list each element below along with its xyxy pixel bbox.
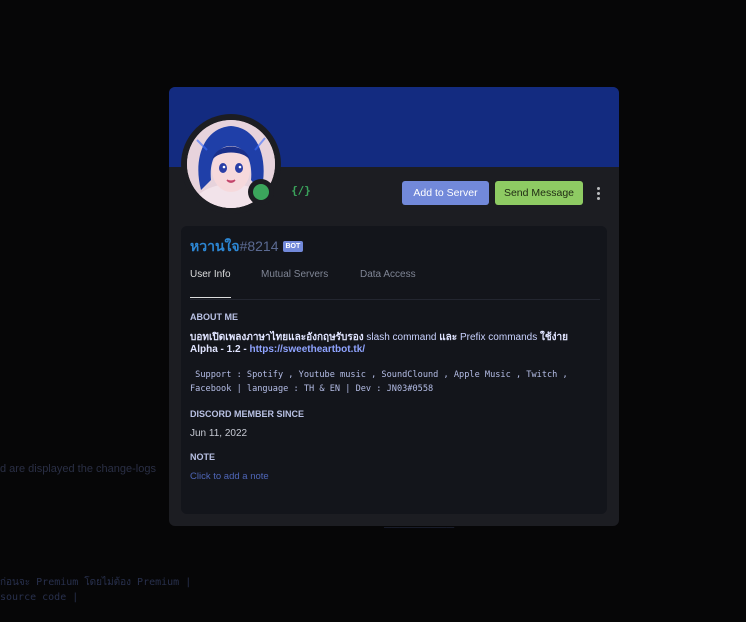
note-heading: NOTE <box>190 452 216 462</box>
about-me-heading: ABOUT ME <box>190 312 238 322</box>
about-text: slash command <box>366 332 437 343</box>
about-me-line: Alpha - 1.2 - https://sweetheartbot.tk/ <box>190 344 365 355</box>
member-since-heading: DISCORD MEMBER SINCE <box>190 409 305 419</box>
send-message-button[interactable]: Send Message <box>495 181 583 205</box>
version-text: 1.2 - <box>226 344 250 355</box>
member-since-date: Jun 11, 2022 <box>190 428 248 439</box>
profile-info-card: หวานใจ#8214 BOT User Info Mutual Servers … <box>181 226 607 514</box>
active-tab-indicator <box>190 297 231 298</box>
bot-tag: BOT <box>282 241 304 252</box>
website-link[interactable]: https://sweetheartbot.tk/ <box>249 344 365 355</box>
profile-tabs: User Info Mutual Servers Data Access <box>190 269 600 299</box>
tab-mutual-servers[interactable]: Mutual Servers <box>261 269 328 280</box>
background-text: d are displayed the change-logs <box>0 463 156 475</box>
note-input[interactable]: Click to add a note <box>190 471 269 482</box>
username: หวานใจ#8214 BOT <box>190 236 304 258</box>
tab-data-access[interactable]: Data Access <box>360 269 416 280</box>
slash-commands-icon[interactable]: {/} <box>289 179 313 201</box>
about-text: บอทเปิดเพลงภาษาไทยและอังกฤษรับรอง <box>190 332 367 343</box>
about-text: ใช้ง่าย <box>537 332 569 343</box>
discriminator: #8214 <box>239 238 279 254</box>
about-text: Alpha - <box>190 344 227 355</box>
about-text: Prefix commands <box>459 332 538 343</box>
about-code-line: Facebook | language : TH & EN | Dev : JN… <box>190 384 434 394</box>
about-me-line: บอทเปิดเพลงภาษาไทยและอังกฤษรับรอง slash … <box>190 330 568 345</box>
username-label: หวานใจ <box>190 238 240 254</box>
background-code-line: ก่อนจะ Premium โดยไม่ต้อง Premium | <box>0 577 192 588</box>
tabs-divider <box>190 299 600 300</box>
online-status-icon <box>248 179 274 205</box>
about-text: และ <box>436 332 460 343</box>
add-to-server-button[interactable]: Add to Server <box>402 181 489 205</box>
user-profile-modal: {/} Add to Server Send Message หวานใจ#82… <box>169 87 619 526</box>
more-options-icon[interactable] <box>591 183 605 203</box>
tab-user-info[interactable]: User Info <box>190 269 231 280</box>
about-code-line: Support : Spotify , Youtube music , Soun… <box>190 370 568 380</box>
background-code-line: source code | <box>0 592 79 603</box>
